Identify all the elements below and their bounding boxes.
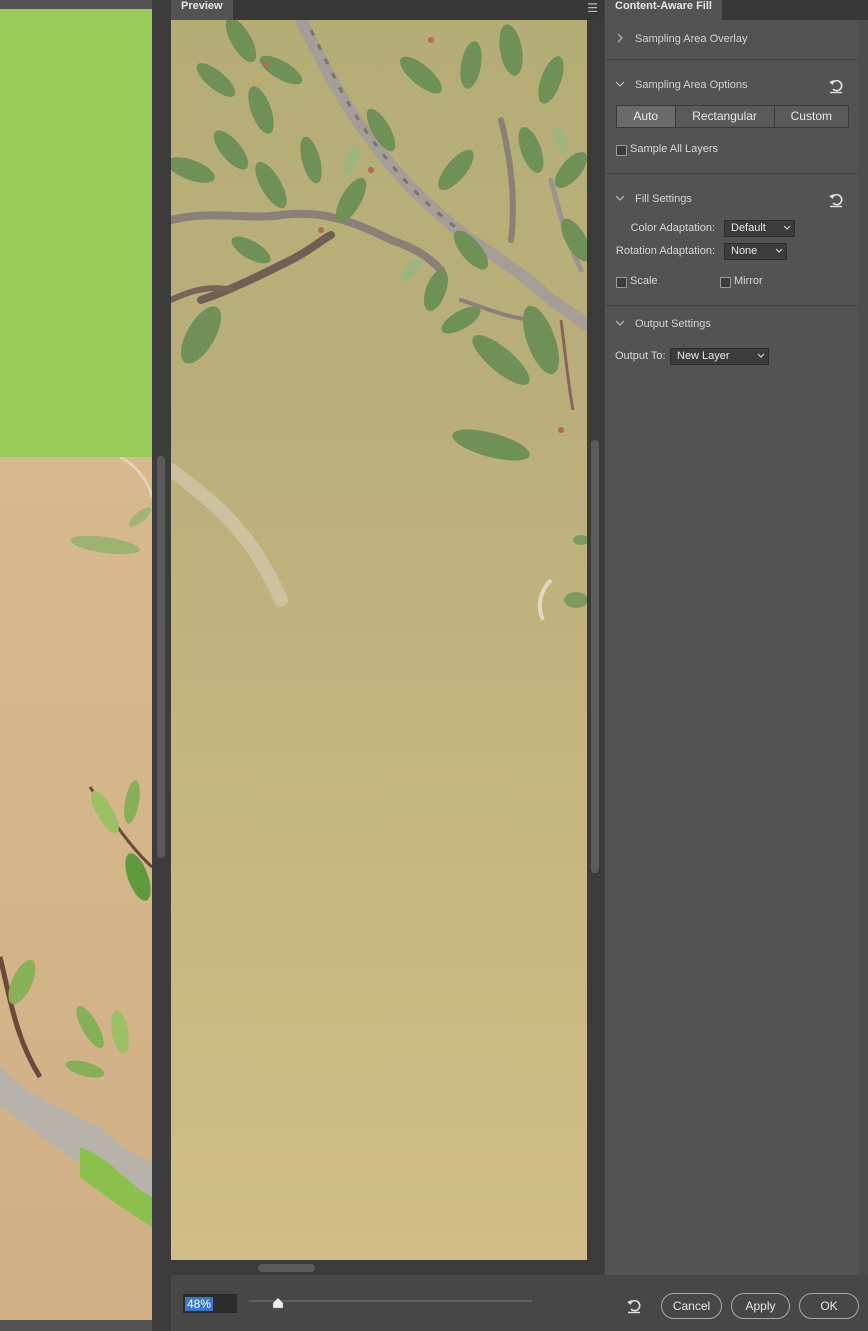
section-title: Sampling Area Options [635,79,748,91]
section-sampling-area-options[interactable]: Sampling Area Options [605,75,857,97]
divider [605,305,857,306]
preview-panel: Preview ☰ 48% [171,0,604,1331]
preview-horizontal-scroll-thumb[interactable] [258,1264,315,1272]
chevron-down-icon [757,353,765,358]
sample-all-layers-label: Sample All Layers [630,143,719,155]
chevron-down-icon[interactable] [615,318,625,328]
divider [605,59,857,60]
canvas-photo-area [0,455,152,1320]
preview-tabbar: Preview ☰ [171,0,604,20]
scale-checkbox[interactable] [616,277,627,288]
chevron-down-icon [783,225,791,230]
panel-scrollbar[interactable] [858,20,868,1275]
chevron-right-icon[interactable] [615,33,625,43]
section-title: Output Settings [635,318,711,330]
panel-footer: Cancel Apply OK [605,1275,868,1331]
zoom-slider-thumb[interactable] [272,1297,284,1309]
hamburger-menu-icon[interactable]: ☰ [587,1,598,15]
reset-icon[interactable] [827,191,845,209]
mode-custom-button[interactable]: Custom [775,106,848,127]
output-to-label: Output To: [615,350,666,362]
mirror-label: Mirror [734,275,763,287]
reset-all-icon[interactable] [625,1297,643,1315]
document-canvas[interactable] [0,0,152,1320]
scale-label: Scale [630,275,658,287]
preview-vertical-scroll-thumb[interactable] [591,440,599,873]
canvas-branch-artwork [0,455,152,1227]
section-sampling-area-overlay[interactable]: Sampling Area Overlay [605,29,857,51]
preview-footer: 48% [171,1275,604,1331]
preview-horizontal-scrollbar[interactable] [171,1260,604,1275]
content-aware-fill-panel: Content-Aware Fill Sampling Area Overlay… [604,0,868,1331]
chevron-down-icon[interactable] [615,79,625,89]
output-to-value: New Layer [677,350,730,362]
section-fill-settings[interactable]: Fill Settings [605,189,857,211]
canvas-scroll-thumb[interactable] [157,456,165,858]
rotation-adaptation-value: None [731,245,758,257]
section-title: Fill Settings [635,193,692,205]
section-title: Sampling Area Overlay [635,33,748,45]
mode-auto-button[interactable]: Auto [617,106,676,127]
section-output-settings[interactable]: Output Settings [605,314,857,336]
ok-button[interactable]: OK [799,1293,859,1319]
preview-tab[interactable]: Preview [171,0,233,20]
preview-branch-artwork [171,20,587,621]
chevron-down-icon [775,248,783,253]
apply-button[interactable]: Apply [731,1293,790,1319]
chevron-down-icon[interactable] [615,193,625,203]
content-aware-fill-tabbar: Content-Aware Fill [605,0,868,20]
preview-image[interactable] [171,20,587,1260]
rotation-adaptation-label: Rotation Adaptation: [615,245,715,257]
rotation-adaptation-dropdown[interactable]: None [724,243,787,260]
mirror-checkbox[interactable] [720,277,731,288]
divider [605,173,857,174]
sampling-mode-segmented-control: Auto Rectangular Custom [616,105,849,128]
zoom-value[interactable]: 48% [185,1297,214,1311]
canvas-top-edge [0,0,152,9]
zoom-input[interactable]: 48% [183,1294,237,1313]
color-adaptation-dropdown[interactable]: Default [724,220,795,237]
output-to-dropdown[interactable]: New Layer [670,348,769,365]
color-adaptation-label: Color Adaptation: [630,222,715,234]
color-adaptation-value: Default [731,222,766,234]
zoom-slider-track[interactable] [249,1300,532,1302]
mode-rectangular-button[interactable]: Rectangular [676,106,775,127]
sample-all-layers-checkbox[interactable] [616,145,627,156]
reset-icon[interactable] [827,77,845,95]
cancel-button[interactable]: Cancel [661,1293,722,1319]
content-aware-fill-tab[interactable]: Content-Aware Fill [605,0,722,20]
